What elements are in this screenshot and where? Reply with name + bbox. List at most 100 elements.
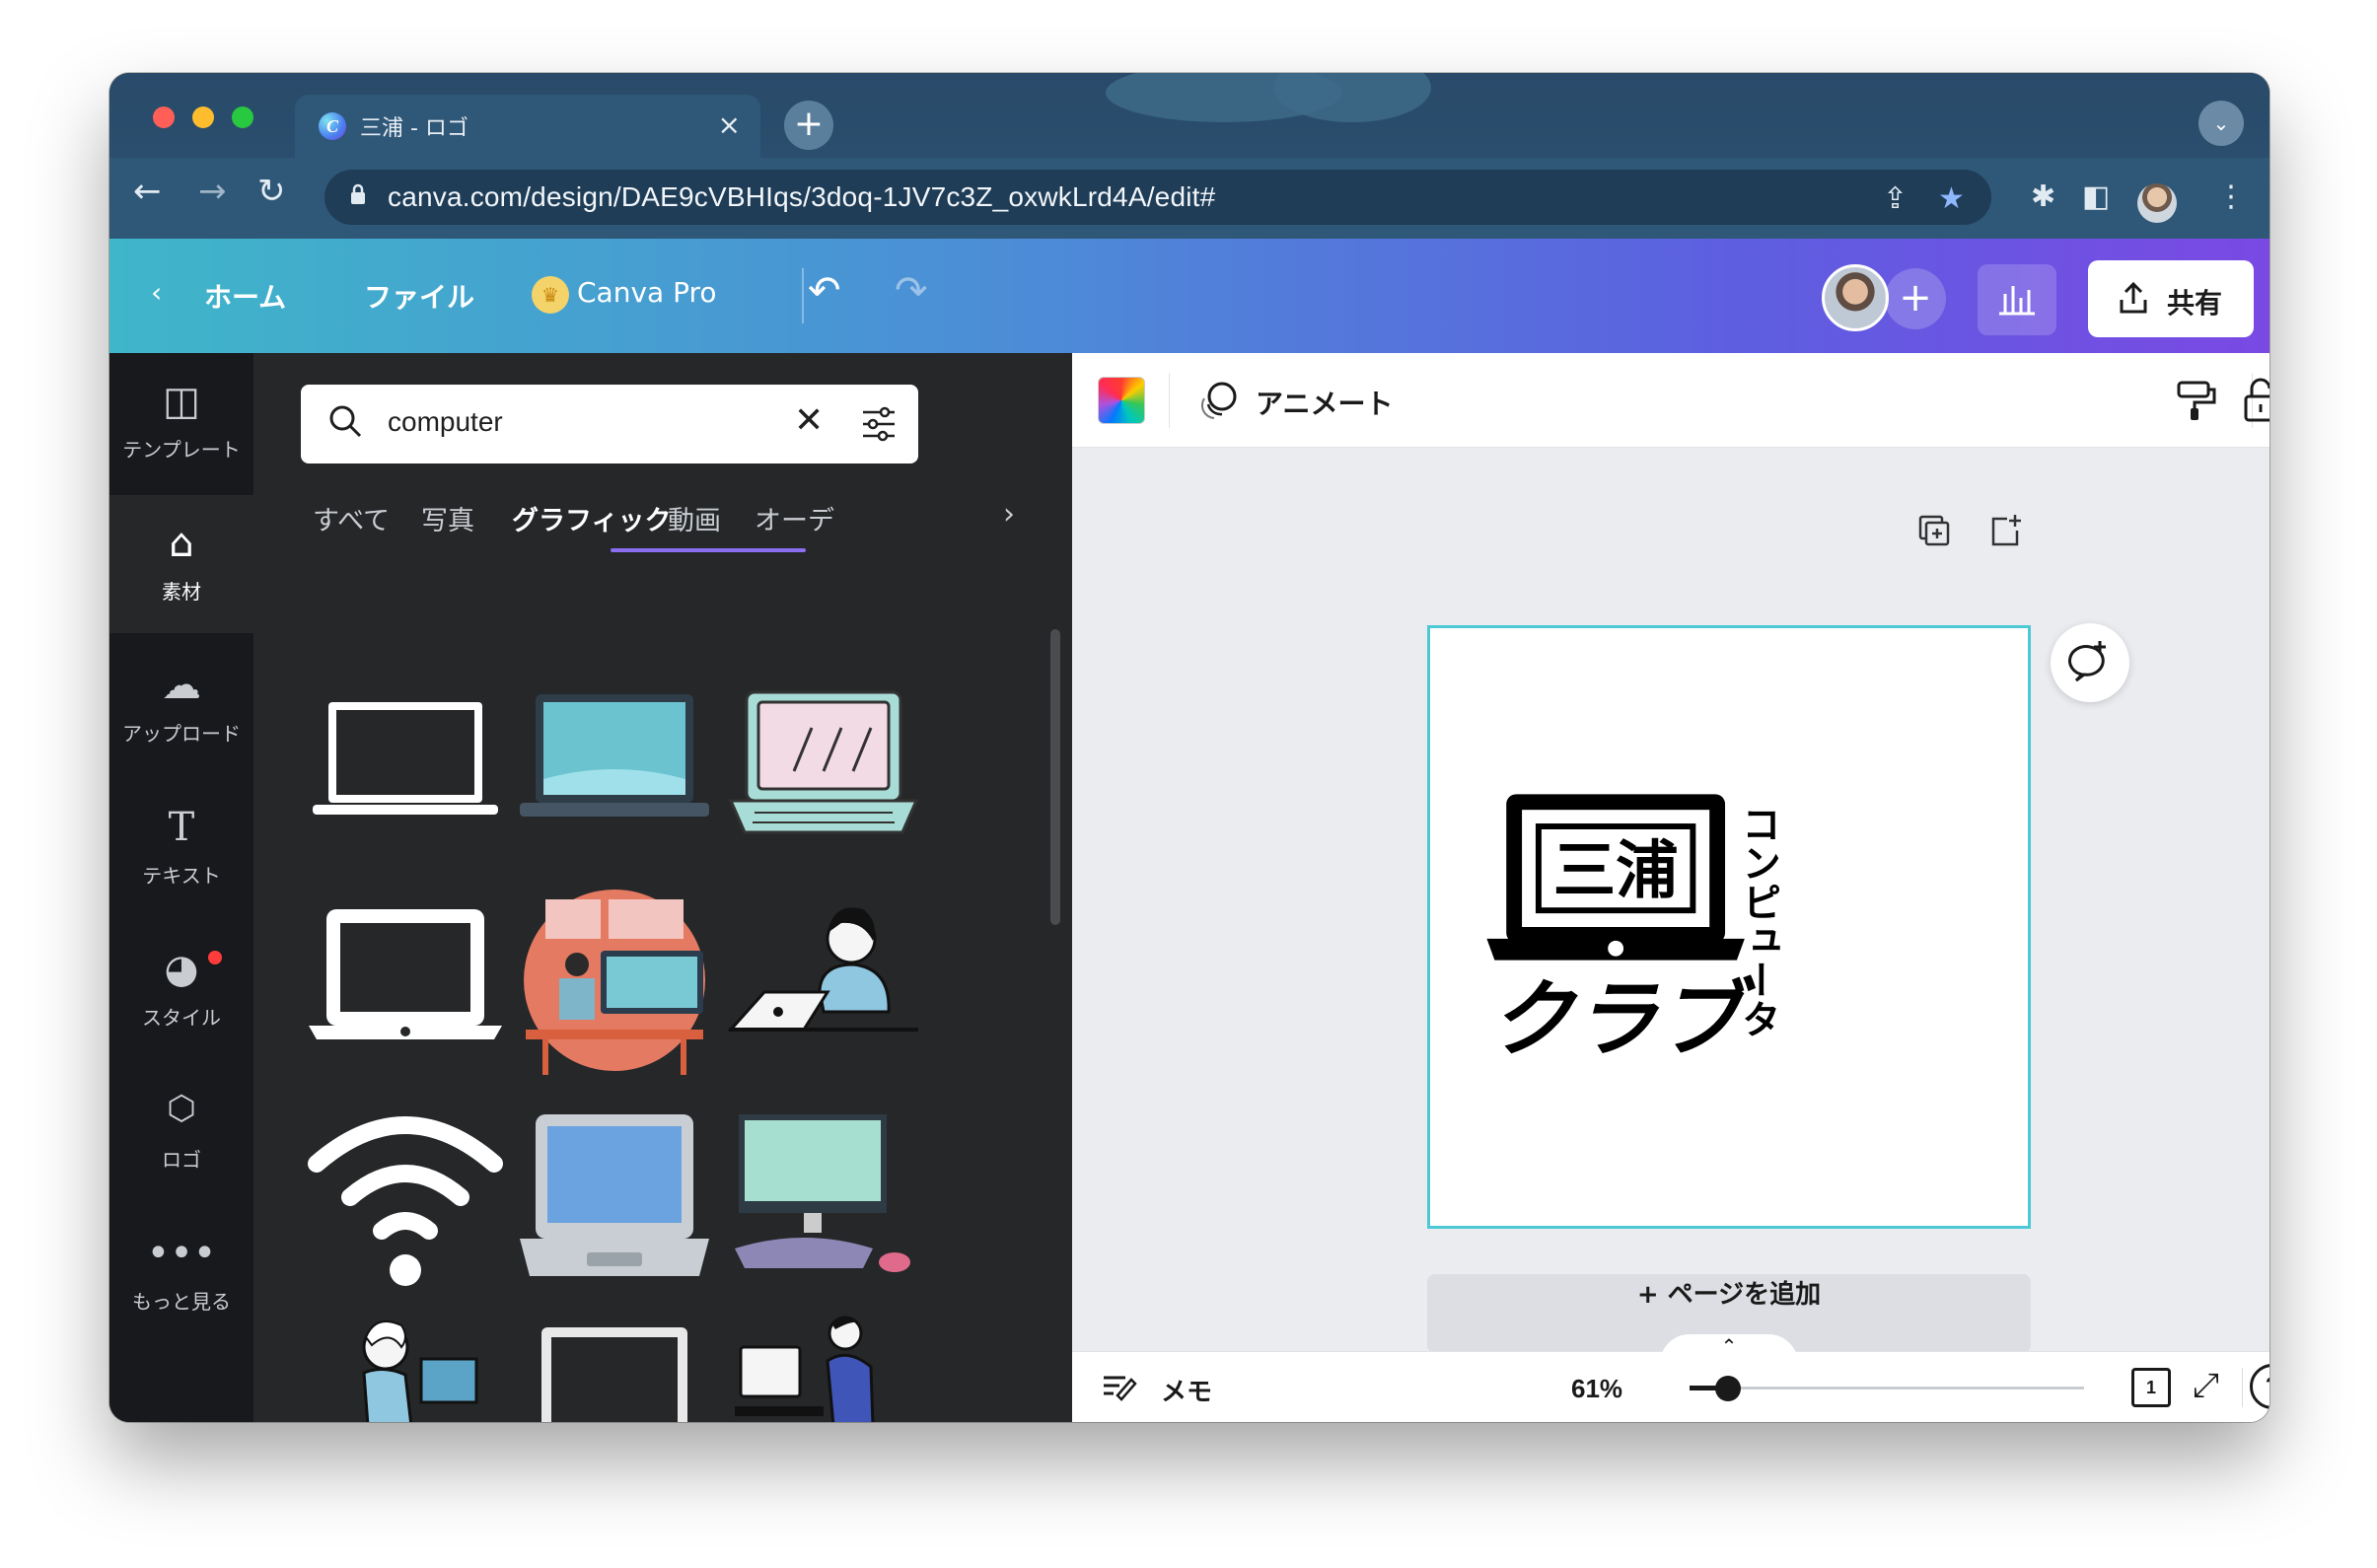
rail-item-logo[interactable]: ⬡ ロゴ [109,1063,253,1201]
laptop-white-graphic[interactable] [307,882,504,1079]
tab-photos[interactable]: 写真 [421,499,474,537]
fullscreen-icon[interactable]: ⤢ [2193,1366,2219,1405]
tab-graphics[interactable]: グラフィック [512,499,671,537]
laptop-outline-graphic[interactable] [307,669,504,866]
new-tab-button[interactable]: + [784,101,833,150]
bookmark-star-icon[interactable]: ★ [1938,181,1965,216]
laptop-keyboard-graphic[interactable]: ♛ [516,1308,713,1422]
extensions-icon[interactable]: ✱ [2031,179,2055,214]
wifi-icon[interactable] [307,1095,504,1292]
tab-search-button[interactable]: ⌄ [2198,101,2244,146]
animate-button[interactable]: アニメート [1256,383,1393,422]
elements-icon: ⌂ [169,521,194,566]
add-comment-button[interactable] [2051,623,2129,702]
animate-icon[interactable] [1196,379,1240,422]
woman-with-laptop-graphic[interactable] [725,882,922,1079]
zoom-level[interactable]: 61% [1571,1374,1622,1404]
browser-toolbar: ← → ↻ canva.com/design/DAE9cVBHIqs/3doq-… [109,158,2269,239]
palette-icon: ◕ [164,947,199,992]
redo-button[interactable]: ↷ [895,268,928,314]
canva-favicon-icon: C [319,112,346,140]
share-page-icon[interactable]: ⇪ [1883,181,1908,216]
browser-menu-icon[interactable]: ⋮ [2216,179,2246,214]
woman-at-desk-graphic[interactable] [307,1308,504,1422]
editor-area: アニメート 三浦 クラブ コンピュータ + ページを追加 ⌃ メモ 61% 1 … [1072,353,2269,1422]
home-button[interactable]: ホーム [204,276,286,316]
tab-audio[interactable]: オーデ [755,499,834,537]
panel-scrollbar[interactable] [1050,629,1060,925]
tab-all[interactable]: すべて [313,499,390,537]
design-page[interactable]: 三浦 クラブ コンピュータ [1427,625,2031,1229]
notification-dot [208,951,222,964]
rail-label: テキスト [142,864,221,888]
rail-label: 素材 [162,580,201,604]
rail-item-text[interactable]: T テキスト [109,779,253,917]
notes-button[interactable]: メモ [1161,1372,1212,1408]
desktop-computer-graphic[interactable] [725,1095,922,1292]
rail-item-templates[interactable]: ◫ テンプレート [109,353,253,491]
share-button[interactable]: 共有 [2088,260,2254,337]
logo-title-text: 三浦 [1553,833,1679,906]
rail-item-elements[interactable]: ⌂ 素材 [109,495,253,633]
file-menu-button[interactable]: ファイル [364,276,474,316]
color-swatch-button[interactable] [1098,377,1145,424]
browser-tab[interactable]: C 三浦 - ロゴ × [295,95,760,158]
notes-icon[interactable] [1100,1372,1139,1403]
tab-videos[interactable]: 動画 [668,499,721,537]
rail-label: アップロード [122,722,241,746]
logo-bottom-text: クラブ [1489,971,1756,1069]
help-button[interactable]: ? [2250,1364,2269,1409]
person-at-computer-graphic[interactable] [516,882,713,1079]
toolbar-divider [1169,373,1170,428]
paint-format-icon[interactable] [2171,375,2220,424]
logo-design[interactable]: 三浦 クラブ コンピュータ [1430,628,2028,1226]
canva-pro-button[interactable]: Canva Pro [577,276,717,309]
zoom-slider-handle[interactable] [1715,1376,1741,1401]
add-page-icon[interactable] [1985,511,2025,550]
address-bar[interactable]: canva.com/design/DAE9cVBHIqs/3doq-1JV7c3… [324,170,1991,225]
chevron-left-icon[interactable]: ‹ [151,276,162,309]
page-count-button[interactable]: 1 [2131,1368,2171,1407]
template-icon: ◫ [163,379,200,424]
more-icon: ••• [146,1231,217,1276]
rail-label: スタイル [142,1006,221,1030]
close-window-button[interactable] [153,107,175,128]
back-button[interactable]: ← [133,172,162,211]
tab-close-button[interactable]: × [718,108,741,141]
laptop-teal-graphic[interactable] [516,669,713,866]
browser-profile-avatar[interactable] [2137,183,2177,223]
zoom-slider-track[interactable] [1690,1387,2084,1390]
upload-icon: ☁ [162,663,201,708]
clear-search-button[interactable]: ✕ [794,400,824,441]
search-input[interactable]: computer ✕ [301,385,918,463]
reload-button[interactable]: ↻ [257,172,286,211]
user-avatar[interactable] [1822,264,1889,331]
lock-icon [351,183,365,204]
bar-chart-icon [1999,286,2035,316]
chevron-right-icon[interactable]: › [1003,497,1015,532]
search-query: computer [388,406,503,437]
laptop-blue-graphic[interactable] [516,1095,713,1292]
minimize-window-button[interactable] [192,107,214,128]
logo-icon: ⬡ [167,1089,196,1128]
undo-button[interactable]: ↶ [808,268,841,314]
forward-button[interactable]: → [198,172,227,211]
rail-item-more[interactable]: ••• もっと見る [109,1205,253,1343]
sidepanel-icon[interactable]: ◧ [2082,179,2110,214]
man-at-computer-graphic[interactable] [725,1308,922,1422]
rail-item-uploads[interactable]: ☁ アップロード [109,637,253,775]
context-toolbar: アニメート [1072,353,2269,448]
bottom-bar: ⌃ メモ 61% 1 ⤢ ? [1072,1334,2269,1422]
duplicate-page-icon[interactable] [1914,511,1954,550]
add-collaborator-button[interactable]: + [1885,268,1946,329]
lock-icon[interactable] [2236,375,2269,424]
rail-label: もっと見る [132,1290,231,1314]
text-icon: T [168,805,195,850]
filter-icon[interactable] [859,404,899,444]
comment-plus-icon [2068,641,2106,682]
maximize-window-button[interactable] [232,107,253,128]
insights-button[interactable] [1978,264,2056,335]
rail-item-styles[interactable]: ◕ スタイル [109,921,253,1059]
laptop-pink-graphic[interactable] [725,669,922,866]
chevron-up-icon[interactable]: ⌃ [1660,1334,1798,1364]
